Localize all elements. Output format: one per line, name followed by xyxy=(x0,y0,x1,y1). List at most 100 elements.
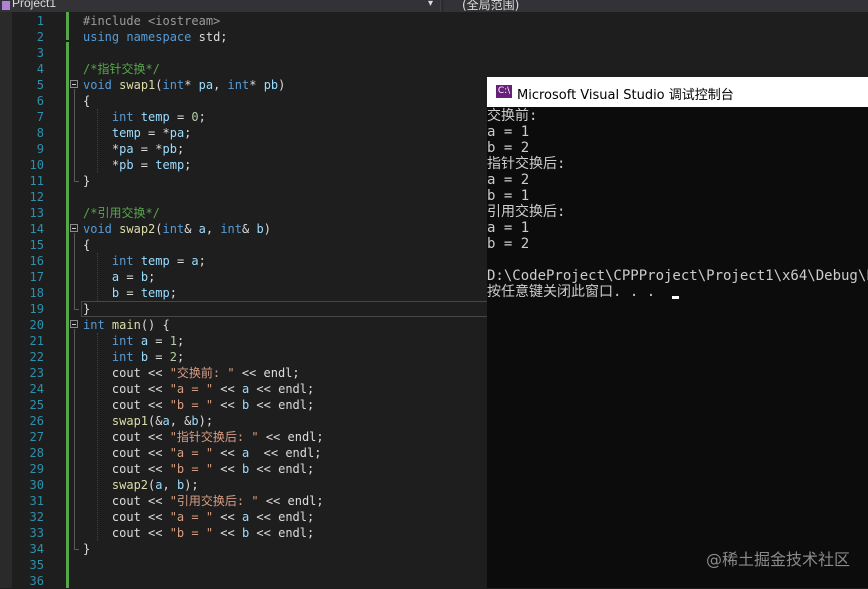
line-number: 22 xyxy=(29,350,44,364)
code-text: cout << "引用交换后: " << endl; xyxy=(83,494,324,508)
console-line: 按任意键关闭此窗口. . . xyxy=(487,284,656,300)
line-number: 23 xyxy=(29,366,44,380)
line-number: 16 xyxy=(29,254,44,268)
code-text: cout << "交换前: " << endl; xyxy=(83,366,300,380)
line-number: 28 xyxy=(29,446,44,460)
console-line: b = 1 xyxy=(487,188,530,204)
line-number: 31 xyxy=(29,494,44,508)
line-number: 4 xyxy=(36,62,44,76)
indent-guide xyxy=(97,253,98,301)
code-text: int main() { xyxy=(83,318,170,332)
collapse-toggle-icon[interactable] xyxy=(70,224,78,232)
code-text: } xyxy=(83,542,91,556)
console-title-bar[interactable]: C:\ Microsoft Visual Studio 调试控制台 xyxy=(487,77,868,107)
outline-guide xyxy=(74,329,75,549)
line-number: 17 xyxy=(29,270,44,284)
code-text: { xyxy=(83,94,91,108)
code-text: a = b; xyxy=(111,270,156,284)
outline-guide xyxy=(74,233,75,309)
code-text: { xyxy=(83,238,91,252)
line-number: 27 xyxy=(29,430,44,444)
line-number: 12 xyxy=(29,190,44,204)
indent-guide xyxy=(97,109,98,173)
line-number: 26 xyxy=(29,414,44,428)
line-number: 25 xyxy=(29,398,44,412)
project-name: Project1 xyxy=(12,0,57,10)
line-number: 9 xyxy=(36,142,44,156)
console-line: b = 2 xyxy=(487,140,530,156)
line-number: 29 xyxy=(29,462,44,476)
console-line: a = 2 xyxy=(487,172,530,188)
line-number: 33 xyxy=(29,526,44,540)
line-number: 13 xyxy=(29,206,44,220)
line-number: 32 xyxy=(29,510,44,524)
line-number: 11 xyxy=(29,174,44,188)
scope-dropdown[interactable]: (全局范围) xyxy=(444,0,868,12)
code-text: /*引用交换*/ xyxy=(83,206,160,220)
code-text: cout << "a = " << a << endl; xyxy=(83,446,322,460)
outline-guide-end xyxy=(74,549,79,550)
console-line: a = 1 xyxy=(487,124,530,140)
console-line: a = 1 xyxy=(487,220,530,236)
code-text: int a = 1; xyxy=(111,334,185,348)
code-text: int b = 2; xyxy=(111,350,185,364)
code-text: } xyxy=(83,302,91,316)
code-line[interactable]: 3 xyxy=(0,45,868,61)
line-number: 24 xyxy=(29,382,44,396)
console-title: Microsoft Visual Studio 调试控制台 xyxy=(517,88,734,103)
line-number: 14 xyxy=(29,222,44,236)
line-number: 21 xyxy=(29,334,44,348)
code-line[interactable]: 1 #include <iostream> xyxy=(0,13,868,29)
line-number: 18 xyxy=(29,286,44,300)
code-line[interactable]: 4 /*指针交换*/ xyxy=(0,61,868,77)
console-line: D:\CodeProject\CPPProject\Project1\x64\D… xyxy=(487,268,868,284)
code-text: cout << "a = " << a << endl; xyxy=(83,510,315,524)
console-line: 交换前: xyxy=(487,108,538,124)
console-line: 引用交换后: xyxy=(487,204,566,220)
code-text: #include <iostream> xyxy=(83,14,221,28)
line-number: 34 xyxy=(29,542,44,556)
line-number: 8 xyxy=(36,126,44,140)
line-number: 7 xyxy=(36,110,44,124)
project-icon xyxy=(2,1,10,10)
console-app-icon: C:\ xyxy=(496,85,512,98)
code-text: int temp = 0; xyxy=(111,110,206,124)
line-number: 35 xyxy=(29,558,44,572)
line-number: 36 xyxy=(29,574,44,588)
console-line: b = 2 xyxy=(487,236,530,252)
line-number: 10 xyxy=(29,158,44,172)
line-number: 15 xyxy=(29,238,44,252)
code-text: void swap1(int* pa, int* pb) xyxy=(83,78,286,92)
watermark: @稀土掘金技术社区 xyxy=(705,550,850,569)
chevron-down-icon[interactable]: ▾ xyxy=(428,0,433,9)
outline-guide xyxy=(74,89,75,181)
code-text: *pa = *pb; xyxy=(83,142,185,156)
console-output: 交换前: a = 1b = 2 指针交换后: a = 2b = 1 引用交换后: a = … xyxy=(487,107,868,588)
indent-guide xyxy=(97,333,98,541)
outline-guide-end xyxy=(74,181,79,182)
code-text: cout << "指针交换后: " << endl; xyxy=(83,430,324,444)
code-text: int temp = a; xyxy=(111,254,206,268)
line-number: 1 xyxy=(36,14,44,28)
code-text: swap2(a, b); xyxy=(111,478,199,492)
code-text: cout << "a = " << a << endl; xyxy=(83,382,315,396)
navigation-bar: Project1 ▾ (全局范围) xyxy=(0,0,868,12)
code-text: *pb = temp; xyxy=(83,158,192,172)
debug-console-window[interactable]: C:\ Microsoft Visual Studio 调试控制台 交换前: a … xyxy=(487,77,868,588)
console-line: 指针交换后: xyxy=(487,156,566,172)
text-cursor xyxy=(672,296,679,299)
line-number: 30 xyxy=(29,478,44,492)
line-number: 3 xyxy=(36,46,44,60)
line-number: 6 xyxy=(36,94,44,108)
code-line[interactable]: 2 using namespace std; xyxy=(0,29,868,45)
line-number: 20 xyxy=(29,318,44,332)
collapse-toggle-icon[interactable] xyxy=(70,80,78,88)
code-text: temp = *pa; xyxy=(111,126,192,140)
outline-guide-end xyxy=(74,309,79,310)
code-text: using namespace std; xyxy=(83,30,228,44)
line-number: 2 xyxy=(36,30,44,44)
code-text: cout << "b = " << b << endl; xyxy=(83,462,315,476)
code-text: cout << "b = " << b << endl; xyxy=(83,398,315,412)
collapse-toggle-icon[interactable] xyxy=(70,320,78,328)
project-dropdown[interactable]: Project1 ▾ xyxy=(0,0,441,12)
